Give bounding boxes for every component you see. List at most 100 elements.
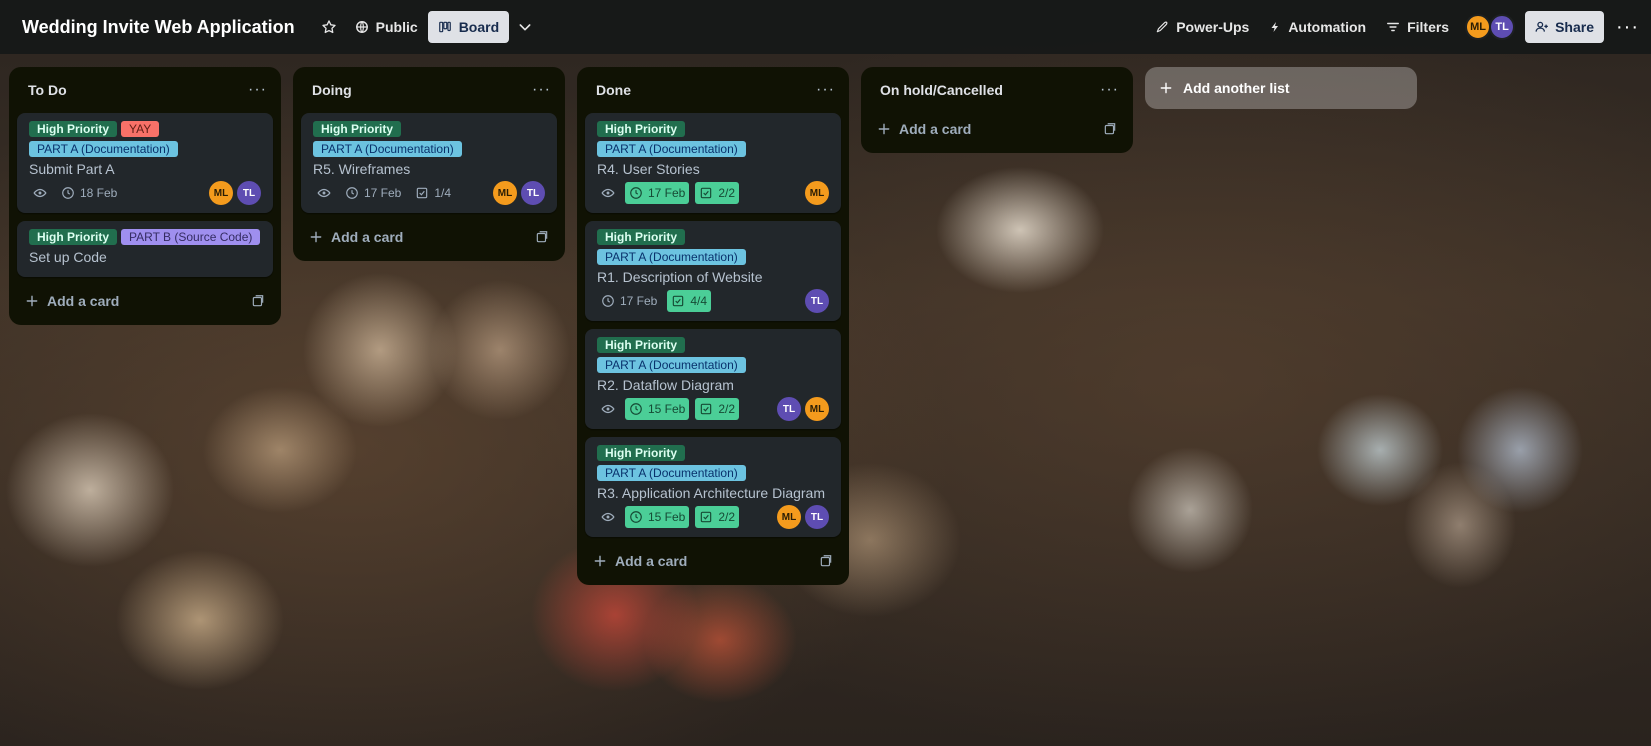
add-card-button[interactable]: Add a card <box>301 221 557 253</box>
avatar[interactable]: ML <box>209 181 233 205</box>
label-high-priority[interactable]: High Priority <box>29 229 118 245</box>
filter-icon <box>1386 20 1400 34</box>
due-date-badge[interactable]: 15 Feb <box>625 398 690 420</box>
eye-icon <box>601 186 615 200</box>
card-badges: 17 Feb 1/4 ML TL <box>313 181 545 205</box>
card-labels: High Priority PART A (Documentation) <box>597 337 829 373</box>
label-part-a[interactable]: PART A (Documentation) <box>597 465 746 481</box>
list-header: Doing ··· <box>301 67 557 113</box>
list-menu-button[interactable]: ··· <box>816 81 835 99</box>
card-title: Set up Code <box>29 249 107 265</box>
checklist-badge: 4/4 <box>667 290 712 312</box>
filters-button[interactable]: Filters <box>1376 11 1459 43</box>
avatar[interactable]: ML <box>805 397 829 421</box>
clock-icon <box>345 186 359 200</box>
avatar[interactable]: TL <box>1489 14 1516 40</box>
card-members: ML TL <box>777 505 829 529</box>
share-button[interactable]: Share <box>1525 11 1605 43</box>
due-date-badge[interactable]: 15 Feb <box>625 506 690 528</box>
board-menu-button[interactable]: ··· <box>1616 16 1639 39</box>
avatar[interactable]: TL <box>521 181 545 205</box>
eye-icon <box>33 186 47 200</box>
watching-badge <box>313 182 335 204</box>
add-list-button[interactable]: Add another list <box>1145 67 1417 109</box>
due-date-badge[interactable]: 17 Feb <box>597 290 661 312</box>
checklist-icon <box>699 402 713 416</box>
template-icon[interactable] <box>251 294 265 308</box>
avatar[interactable]: ML <box>1465 14 1492 40</box>
avatar[interactable]: TL <box>777 397 801 421</box>
avatar[interactable]: ML <box>777 505 801 529</box>
avatar[interactable]: TL <box>805 289 829 313</box>
template-icon[interactable] <box>819 554 833 568</box>
label-high-priority[interactable]: High Priority <box>313 121 402 137</box>
visibility-button[interactable]: Public <box>345 11 428 43</box>
avatar[interactable]: ML <box>805 181 829 205</box>
avatar[interactable]: TL <box>805 505 829 529</box>
list-header: Done ··· <box>585 67 841 113</box>
star-button[interactable] <box>313 11 345 43</box>
view-switcher-button[interactable] <box>509 11 541 43</box>
due-date-badge[interactable]: 18 Feb <box>57 182 121 204</box>
due-date-badge[interactable]: 17 Feb <box>341 182 405 204</box>
board-title[interactable]: Wedding Invite Web Application <box>22 17 295 38</box>
card[interactable]: High Priority PART A (Documentation) R3.… <box>585 437 841 537</box>
list-done: Done ··· High Priority PART A (Documenta… <box>577 67 849 585</box>
checklist-icon <box>671 294 685 308</box>
card[interactable]: High Priority PART B (Source Code) Set u… <box>17 221 273 277</box>
label-part-a[interactable]: PART A (Documentation) <box>597 357 746 373</box>
list-menu-button[interactable]: ··· <box>1100 81 1119 99</box>
avatar[interactable]: TL <box>237 181 261 205</box>
label-high-priority[interactable]: High Priority <box>597 121 686 137</box>
add-card-button[interactable]: Add a card <box>869 113 1125 145</box>
template-icon[interactable] <box>1103 122 1117 136</box>
card-title: R1. Description of Website <box>597 269 763 285</box>
list-title[interactable]: Doing <box>312 82 352 98</box>
plus-icon <box>877 122 891 136</box>
template-icon[interactable] <box>535 230 549 244</box>
label-high-priority[interactable]: High Priority <box>597 229 686 245</box>
avatar[interactable]: ML <box>493 181 517 205</box>
card[interactable]: High Priority PART A (Documentation) R5.… <box>301 113 557 213</box>
view-board-button[interactable]: Board <box>427 11 510 43</box>
card[interactable]: High Priority PART A (Documentation) R4.… <box>585 113 841 213</box>
card[interactable]: High Priority PART A (Documentation) R2.… <box>585 329 841 429</box>
chevron-down-icon <box>517 19 533 35</box>
label-high-priority[interactable]: High Priority <box>597 337 686 353</box>
card-title: R4. User Stories <box>597 161 700 177</box>
list-menu-button[interactable]: ··· <box>248 81 267 99</box>
plus-icon <box>593 554 607 568</box>
label-yay[interactable]: YAY <box>121 121 160 137</box>
clock-icon <box>61 186 75 200</box>
add-card-left: Add a card <box>309 229 403 245</box>
label-part-a[interactable]: PART A (Documentation) <box>29 141 178 157</box>
list-on-hold: On hold/Cancelled ··· Add a card <box>861 67 1133 153</box>
card[interactable]: High Priority YAY PART A (Documentation)… <box>17 113 273 213</box>
due-date-badge[interactable]: 17 Feb <box>625 182 690 204</box>
dots-icon: ··· <box>248 81 267 98</box>
add-card-label: Add a card <box>331 229 404 245</box>
dots-icon: ··· <box>532 81 551 98</box>
card-labels: High Priority PART A (Documentation) <box>313 121 545 157</box>
add-card-button[interactable]: Add a card <box>17 285 273 317</box>
label-high-priority[interactable]: High Priority <box>597 445 686 461</box>
globe-icon <box>355 20 369 34</box>
list-header: To Do ··· <box>17 67 273 113</box>
list-title[interactable]: On hold/Cancelled <box>880 82 1003 98</box>
card[interactable]: High Priority PART A (Documentation) R1.… <box>585 221 841 321</box>
label-part-b[interactable]: PART B (Source Code) <box>121 229 261 245</box>
dots-icon: ··· <box>1616 15 1639 38</box>
label-part-a[interactable]: PART A (Documentation) <box>597 141 746 157</box>
card-badges: 15 Feb 2/2 TL ML <box>597 397 829 421</box>
star-icon <box>321 19 337 35</box>
list-title[interactable]: Done <box>596 82 631 98</box>
powerups-button[interactable]: Power-Ups <box>1145 11 1259 43</box>
add-card-button[interactable]: Add a card <box>585 545 841 577</box>
label-part-a[interactable]: PART A (Documentation) <box>313 141 462 157</box>
checklist-text: 4/4 <box>690 294 708 308</box>
list-menu-button[interactable]: ··· <box>532 81 551 99</box>
list-title[interactable]: To Do <box>28 82 67 98</box>
label-high-priority[interactable]: High Priority <box>29 121 118 137</box>
automation-button[interactable]: Automation <box>1259 11 1376 43</box>
label-part-a[interactable]: PART A (Documentation) <box>597 249 746 265</box>
